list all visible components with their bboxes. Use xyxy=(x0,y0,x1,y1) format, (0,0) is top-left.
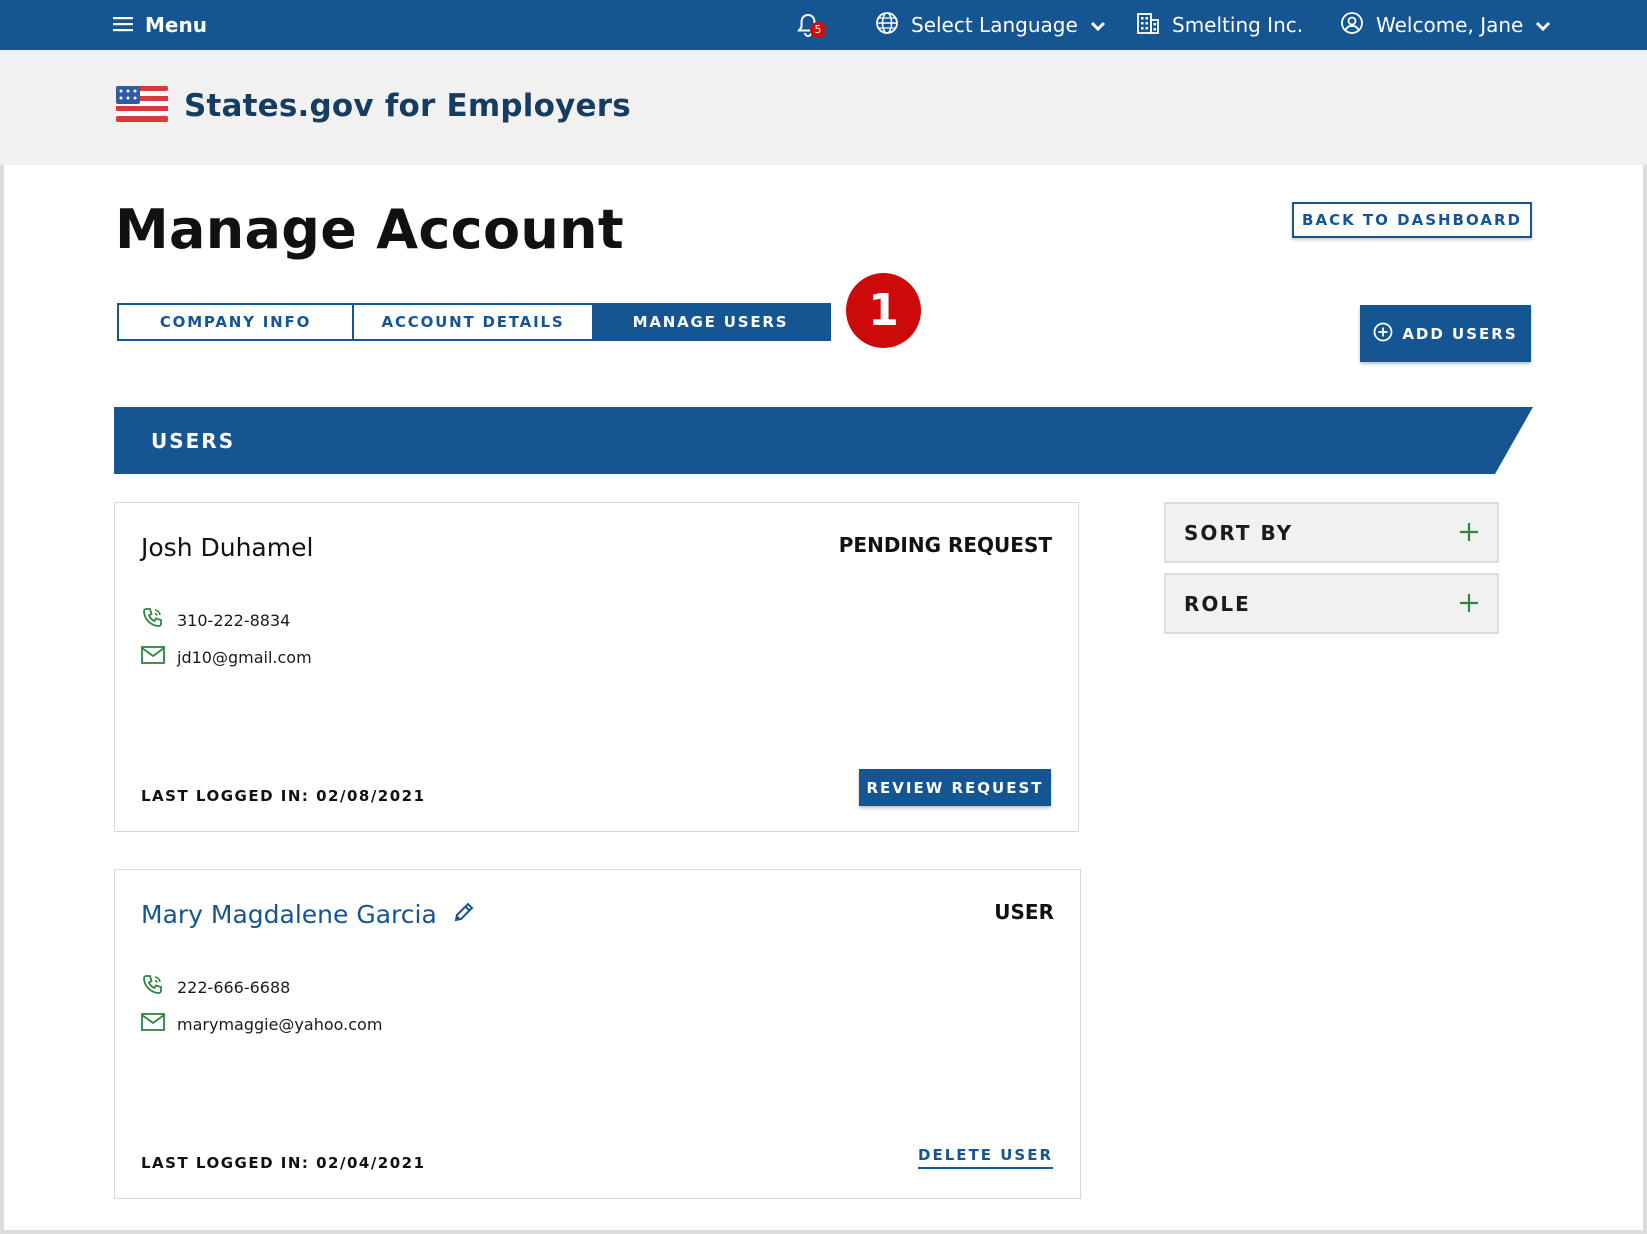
tab-account-details[interactable]: ACCOUNT DETAILS xyxy=(354,305,592,339)
user-circle-icon xyxy=(1340,11,1364,40)
menu-button[interactable]: Menu xyxy=(113,0,207,50)
user-card: Mary Magdalene Garcia USER 222-666-6688 … xyxy=(114,869,1081,1199)
users-section-title: USERS xyxy=(151,428,236,453)
user-menu[interactable]: Welcome, Jane xyxy=(1340,0,1551,50)
welcome-label: Welcome, Jane xyxy=(1376,13,1524,37)
page-title: Manage Account xyxy=(115,198,624,261)
user-status: PENDING REQUEST xyxy=(838,533,1052,557)
sort-by-accordion[interactable]: SORT BY xyxy=(1164,502,1499,563)
tab-company-info[interactable]: COMPANY INFO xyxy=(119,305,354,339)
phone-icon xyxy=(141,607,165,633)
globe-icon xyxy=(875,11,899,40)
back-to-dashboard-button[interactable]: BACK TO DASHBOARD xyxy=(1292,202,1532,238)
phone-text: 310-222-8834 xyxy=(177,610,291,630)
brand-title: States.gov for Employers xyxy=(184,88,631,124)
menu-label: Menu xyxy=(145,13,207,37)
step-marker: 1 xyxy=(846,273,921,348)
sort-by-label: SORT BY xyxy=(1184,520,1294,545)
notifications-button[interactable]: 5 xyxy=(796,0,826,50)
building-icon xyxy=(1136,11,1160,40)
tab-manage-users[interactable]: MANAGE USERS xyxy=(592,305,829,339)
company-label: Smelting Inc. xyxy=(1172,13,1304,37)
last-logged-in: LAST LOGGED IN: 02/04/2021 xyxy=(141,1154,426,1172)
language-selector[interactable]: Select Language xyxy=(875,0,1106,50)
plus-icon xyxy=(1459,518,1479,548)
top-nav-bar: Menu 5 Select Language Smelting Inc. Wel… xyxy=(0,0,1647,50)
user-name: Mary Magdalene Garcia xyxy=(141,900,437,929)
brand-logo-link[interactable]: States.gov for Employers xyxy=(116,86,631,126)
user-email: marymaggie@yahoo.com xyxy=(141,1013,382,1035)
role-accordion[interactable]: ROLE xyxy=(1164,573,1499,634)
pencil-icon[interactable] xyxy=(453,900,475,929)
add-users-label: ADD USERS xyxy=(1402,324,1518,343)
phone-text: 222-666-6688 xyxy=(177,977,291,997)
company-switcher[interactable]: Smelting Inc. xyxy=(1136,0,1303,50)
language-label: Select Language xyxy=(911,13,1078,37)
last-logged-in: LAST LOGGED IN: 02/08/2021 xyxy=(141,787,426,805)
plus-icon xyxy=(1459,589,1479,619)
user-phone: 222-666-6688 xyxy=(141,974,290,1000)
flag-icon xyxy=(116,86,168,126)
chevron-down-icon xyxy=(1535,13,1551,37)
user-name-link[interactable]: Mary Magdalene Garcia xyxy=(141,900,475,929)
user-name: Josh Duhamel xyxy=(141,533,314,562)
notification-badge: 5 xyxy=(810,22,826,38)
account-tabs: COMPANY INFO ACCOUNT DETAILS MANAGE USER… xyxy=(117,303,831,341)
role-label: ROLE xyxy=(1184,591,1251,616)
phone-icon xyxy=(141,974,165,1000)
user-status: USER xyxy=(994,900,1054,924)
user-card: Josh Duhamel PENDING REQUEST 310-222-883… xyxy=(114,502,1079,832)
hamburger-icon xyxy=(113,13,133,37)
user-phone: 310-222-8834 xyxy=(141,607,290,633)
email-text: jd10@gmail.com xyxy=(177,647,312,667)
user-email: jd10@gmail.com xyxy=(141,646,312,668)
mail-icon xyxy=(141,1013,165,1035)
review-request-button[interactable]: REVIEW REQUEST xyxy=(859,769,1051,806)
mail-icon xyxy=(141,646,165,668)
bell-icon: 5 xyxy=(796,12,826,38)
chevron-down-icon xyxy=(1090,13,1106,37)
brand-header: States.gov for Employers xyxy=(0,50,1647,165)
users-section-banner xyxy=(114,407,1533,474)
add-users-button[interactable]: ADD USERS xyxy=(1360,305,1531,362)
delete-user-link[interactable]: DELETE USER xyxy=(918,1146,1053,1169)
plus-circle-icon xyxy=(1373,322,1393,346)
email-text: marymaggie@yahoo.com xyxy=(177,1014,383,1034)
